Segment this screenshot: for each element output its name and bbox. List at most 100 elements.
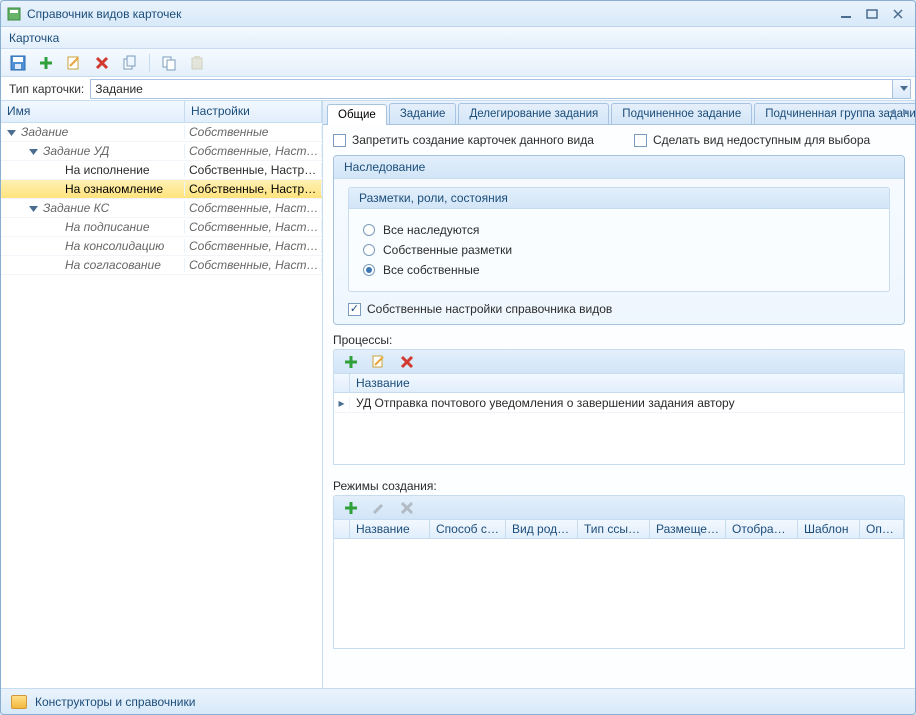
tree-row[interactable]: На исполнение Собственные, Настро… bbox=[1, 161, 322, 180]
radio-all-own[interactable]: Все собственные bbox=[363, 263, 875, 277]
add-icon[interactable] bbox=[37, 54, 55, 72]
tree-row-name: На подписание bbox=[65, 220, 150, 234]
tabs-bar: Общие Задание Делегирование задания Подч… bbox=[323, 101, 915, 125]
expand-icon[interactable] bbox=[27, 145, 39, 157]
checkbox-icon bbox=[333, 134, 346, 147]
modes-col-7[interactable]: Операция… bbox=[860, 520, 904, 538]
tree-row-settings: Собственные, Наст… bbox=[185, 239, 322, 253]
modes-col-1[interactable]: Способ со… bbox=[430, 520, 506, 538]
checkbox-own-settings[interactable]: Собственные настройки справочника видов bbox=[348, 302, 890, 316]
tabs-right-icon[interactable]: ▸ bbox=[901, 104, 911, 118]
expand-icon[interactable] bbox=[27, 202, 39, 214]
close-button[interactable] bbox=[887, 6, 909, 22]
tree-row[interactable]: На ознакомление Собственные, Настро… bbox=[1, 180, 322, 199]
tab-task[interactable]: Задание bbox=[389, 103, 457, 124]
tree-row[interactable]: Задание КС Собственные, Наст… bbox=[1, 199, 322, 218]
modes-grid-header: Название Способ со… Вид роди… Тип ссылки… bbox=[333, 519, 905, 539]
delete-icon[interactable] bbox=[93, 54, 111, 72]
app-icon bbox=[7, 7, 21, 21]
edit-icon[interactable] bbox=[65, 54, 83, 72]
tree-row-name: На согласование bbox=[65, 258, 161, 272]
status-link[interactable]: Конструкторы и справочники bbox=[35, 695, 195, 709]
process-add-icon[interactable] bbox=[342, 353, 360, 371]
radio-own-layouts[interactable]: Собственные разметки bbox=[363, 243, 875, 257]
checkbox-icon bbox=[348, 303, 361, 316]
checkbox-own-settings-label: Собственные настройки справочника видов bbox=[367, 302, 612, 316]
tree-row[interactable]: ЗаданиеСобственные bbox=[1, 123, 322, 142]
inheritance-subtitle: Разметки, роли, состояния bbox=[348, 187, 890, 209]
tree-row[interactable]: На подписание Собственные, Наст… bbox=[1, 218, 322, 237]
copy-icon[interactable] bbox=[121, 54, 139, 72]
tree-header-name[interactable]: Имя bbox=[1, 101, 185, 122]
detail-pane: Общие Задание Делегирование задания Подч… bbox=[323, 101, 915, 688]
menu-card[interactable]: Карточка bbox=[9, 31, 59, 45]
card-type-label: Тип карточки: bbox=[1, 82, 90, 96]
modes-col-5[interactable]: Отображ… bbox=[726, 520, 798, 538]
tree-row-name: Задание КС bbox=[43, 201, 109, 215]
tree-row-settings: Собственные, Настро… bbox=[185, 182, 322, 196]
tree-row-settings: Собственные bbox=[185, 125, 322, 139]
radio-icon bbox=[363, 264, 375, 276]
modes-col-2[interactable]: Вид роди… bbox=[506, 520, 578, 538]
tree-row-name: На исполнение bbox=[65, 163, 150, 177]
minimize-button[interactable] bbox=[835, 6, 857, 22]
tree-row-settings: Собственные, Настро… bbox=[185, 163, 322, 177]
modes-col-marker bbox=[334, 520, 350, 538]
main-toolbar bbox=[1, 49, 915, 77]
modes-title: Режимы создания: bbox=[333, 479, 905, 493]
save-icon[interactable] bbox=[9, 54, 27, 72]
checkbox-forbid-label: Запретить создание карточек данного вида bbox=[352, 133, 594, 147]
process-edit-icon[interactable] bbox=[370, 353, 388, 371]
modes-col-3[interactable]: Тип ссылки bbox=[578, 520, 650, 538]
modes-col-6[interactable]: Шаблон bbox=[798, 520, 860, 538]
paste-icon[interactable] bbox=[188, 54, 206, 72]
tree-header: Имя Настройки bbox=[1, 101, 322, 123]
expand-icon[interactable] bbox=[5, 126, 17, 138]
tabs-scroll: ◂ ▸ bbox=[887, 104, 911, 118]
tree-row-name: На консолидацию bbox=[65, 239, 164, 253]
mode-delete-icon bbox=[398, 499, 416, 517]
checkbox-forbid-create[interactable]: Запретить создание карточек данного вида bbox=[333, 133, 594, 147]
tree-body: ЗаданиеСобственные Задание УД Собственные,… bbox=[1, 123, 322, 688]
checkbox-unavailable[interactable]: Сделать вид недоступным для выбора bbox=[634, 133, 870, 147]
tree-row[interactable]: На согласованиеСобственные, Наст… bbox=[1, 256, 322, 275]
tree-row[interactable]: На консолидацию Собственные, Наст… bbox=[1, 237, 322, 256]
tab-delegation[interactable]: Делегирование задания bbox=[458, 103, 609, 124]
mode-edit-icon bbox=[370, 499, 388, 517]
tabs-left-icon[interactable]: ◂ bbox=[887, 104, 897, 118]
modes-toolbar bbox=[333, 495, 905, 519]
dropdown-arrow-icon[interactable] bbox=[892, 80, 910, 98]
maximize-button[interactable] bbox=[861, 6, 883, 22]
inheritance-title: Наследование bbox=[334, 156, 904, 179]
tree-row[interactable]: Задание УД Собственные, Наст… bbox=[1, 142, 322, 161]
checkbox-icon bbox=[634, 134, 647, 147]
tree-row-name: На ознакомление bbox=[65, 182, 163, 196]
radio-icon bbox=[363, 224, 375, 236]
card-type-dropdown[interactable]: Задание bbox=[90, 79, 911, 99]
processes-grid-body: ▸ УД Отправка почтового уведомления о за… bbox=[333, 393, 905, 465]
inheritance-group: Наследование Разметки, роли, состояния В… bbox=[333, 155, 905, 325]
row-marker-icon: ▸ bbox=[334, 396, 350, 410]
window-title: Справочник видов карточек bbox=[27, 7, 831, 21]
status-bar: Конструкторы и справочники bbox=[1, 688, 915, 714]
tree-row-settings: Собственные, Наст… bbox=[185, 144, 322, 158]
tree-row-settings: Собственные, Наст… bbox=[185, 201, 322, 215]
duplicate-icon[interactable] bbox=[160, 54, 178, 72]
processes-col-marker bbox=[334, 374, 350, 392]
radio-icon bbox=[363, 244, 375, 256]
modes-col-4[interactable]: Размещен… bbox=[650, 520, 726, 538]
card-type-row: Тип карточки: Задание bbox=[1, 77, 915, 101]
tree-row-settings: Собственные, Наст… bbox=[185, 220, 322, 234]
tree-row-name: Задание УД bbox=[43, 144, 109, 158]
modes-col-0[interactable]: Название bbox=[350, 520, 430, 538]
mode-add-icon[interactable] bbox=[342, 499, 360, 517]
process-delete-icon[interactable] bbox=[398, 353, 416, 371]
tab-general[interactable]: Общие bbox=[327, 104, 387, 125]
tab-subtask[interactable]: Подчиненное задание bbox=[611, 103, 752, 124]
processes-col-name[interactable]: Название bbox=[350, 374, 904, 392]
processes-toolbar bbox=[333, 349, 905, 373]
processes-row[interactable]: ▸ УД Отправка почтового уведомления о за… bbox=[334, 393, 904, 413]
folder-icon bbox=[11, 695, 27, 709]
tree-header-settings[interactable]: Настройки bbox=[185, 101, 322, 122]
radio-all-inherited[interactable]: Все наследуются bbox=[363, 223, 875, 237]
